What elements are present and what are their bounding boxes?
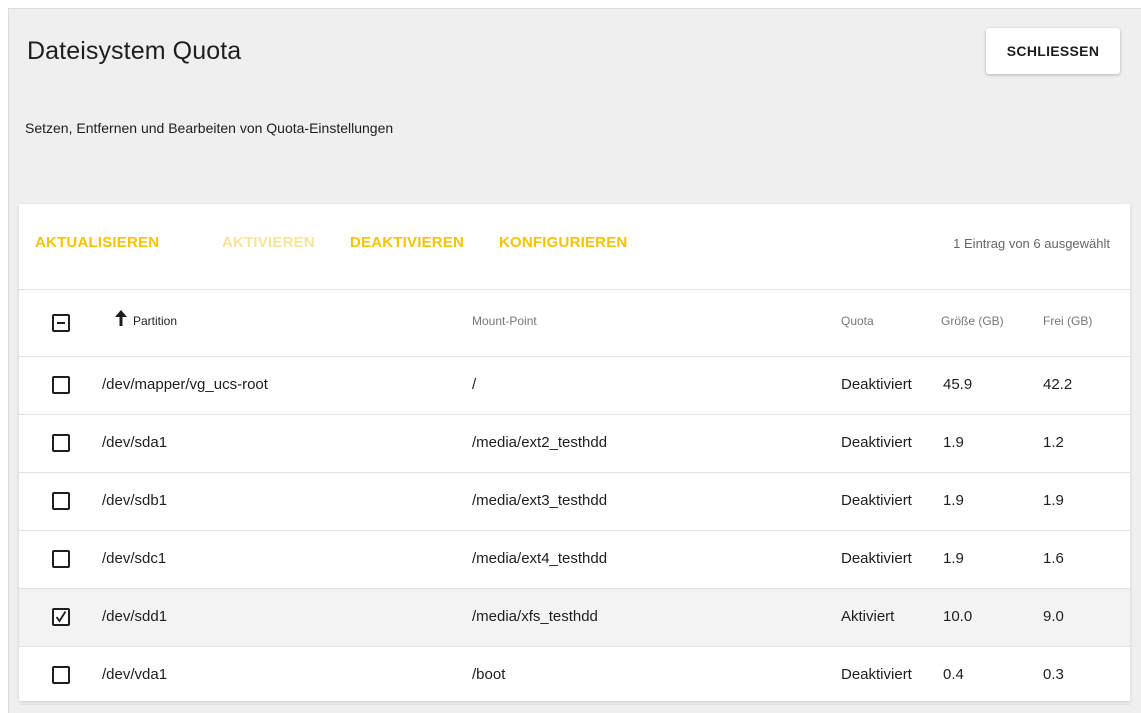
mount-point-cell: /media/ext3_testhdd — [472, 492, 608, 509]
column-header-free[interactable]: Frei (GB) — [1043, 314, 1092, 328]
mount-point-cell: / — [472, 376, 477, 393]
table-row-selected[interactable]: /dev/sdd1 /media/xfs_testhdd Aktiviert 1… — [19, 589, 1130, 647]
refresh-button[interactable]: AKTUALISIEREN — [35, 234, 159, 251]
configure-button[interactable]: KONFIGURIEREN — [499, 234, 627, 251]
free-cell: 9.0 — [1043, 608, 1064, 625]
checkmark-icon — [55, 611, 67, 623]
row-checkbox[interactable] — [52, 666, 70, 684]
free-cell: 1.9 — [1043, 492, 1064, 509]
minus-icon — [57, 322, 65, 324]
quota-cell: Deaktiviert — [841, 666, 912, 683]
select-all-checkbox[interactable] — [52, 314, 70, 332]
quota-cell: Deaktiviert — [841, 434, 912, 451]
free-cell: 42.2 — [1043, 376, 1073, 393]
table-row[interactable]: /dev/sdc1 /media/ext4_testhdd Deaktivier… — [19, 531, 1130, 589]
row-checkbox-checked[interactable] — [52, 608, 70, 626]
selection-status: 1 Eintrag von 6 ausgewählt — [953, 236, 1110, 251]
table-row[interactable]: /dev/sdb1 /media/ext3_testhdd Deaktivier… — [19, 473, 1130, 531]
quota-cell: Deaktiviert — [841, 492, 912, 509]
partition-cell: /dev/sdc1 — [102, 550, 167, 567]
quota-cell: Deaktiviert — [841, 550, 912, 567]
mount-point-cell: /media/ext4_testhdd — [472, 550, 608, 567]
mount-point-cell: /media/ext2_testhdd — [472, 434, 608, 451]
partition-cell: /dev/mapper/vg_ucs-root — [102, 376, 268, 393]
quota-cell: Aktiviert — [841, 608, 895, 625]
table-header: Partition Mount-Point Quota Größe (GB) F… — [19, 290, 1130, 357]
mount-point-cell: /boot — [472, 666, 506, 683]
page-subtitle: Setzen, Entfernen und Bearbeiten von Quo… — [25, 120, 394, 136]
activate-button[interactable]: AKTIVIEREN — [222, 234, 315, 251]
table-row[interactable]: /dev/vda1 /boot Deaktiviert 0.4 0.3 — [19, 647, 1130, 705]
row-checkbox[interactable] — [52, 550, 70, 568]
page-title: Dateisystem Quota — [27, 37, 242, 65]
row-checkbox[interactable] — [52, 492, 70, 510]
partition-grid: AKTUALISIEREN AKTIVIEREN DEAKTIVIEREN KO… — [19, 204, 1130, 705]
table-body: /dev/mapper/vg_ucs-root / Deaktiviert 45… — [19, 357, 1130, 705]
partition-cell: /dev/vda1 — [102, 666, 168, 683]
size-cell: 1.9 — [943, 434, 964, 451]
size-cell: 1.9 — [943, 492, 964, 509]
column-header-quota[interactable]: Quota — [841, 314, 874, 328]
arrow-up-icon[interactable] — [113, 308, 129, 328]
table-row[interactable]: /dev/mapper/vg_ucs-root / Deaktiviert 45… — [19, 357, 1130, 415]
size-cell: 10.0 — [943, 608, 973, 625]
quota-cell: Deaktiviert — [841, 376, 912, 393]
table-row[interactable]: /dev/sda1 /media/ext2_testhdd Deaktivier… — [19, 415, 1130, 473]
column-header-mount-point[interactable]: Mount-Point — [472, 314, 537, 328]
row-checkbox[interactable] — [52, 434, 70, 452]
free-cell: 0.3 — [1043, 666, 1064, 683]
mount-point-cell: /media/xfs_testhdd — [472, 608, 598, 625]
row-checkbox[interactable] — [52, 376, 70, 394]
column-header-partition[interactable]: Partition — [133, 314, 177, 328]
partition-cell: /dev/sdd1 — [102, 608, 168, 625]
partition-cell: /dev/sda1 — [102, 434, 168, 451]
close-button[interactable]: SCHLIESSEN — [986, 28, 1120, 74]
partition-cell: /dev/sdb1 — [102, 492, 168, 509]
quota-module: Dateisystem Quota SCHLIESSEN Setzen, Ent… — [8, 8, 1141, 713]
size-cell: 45.9 — [943, 376, 973, 393]
grid-toolbar: AKTUALISIEREN AKTIVIEREN DEAKTIVIEREN KO… — [19, 204, 1130, 290]
column-header-size[interactable]: Größe (GB) — [941, 314, 1004, 328]
deactivate-button[interactable]: DEAKTIVIEREN — [350, 234, 464, 251]
size-cell: 1.9 — [943, 550, 964, 567]
size-cell: 0.4 — [943, 666, 964, 683]
free-cell: 1.2 — [1043, 434, 1064, 451]
free-cell: 1.6 — [1043, 550, 1064, 567]
